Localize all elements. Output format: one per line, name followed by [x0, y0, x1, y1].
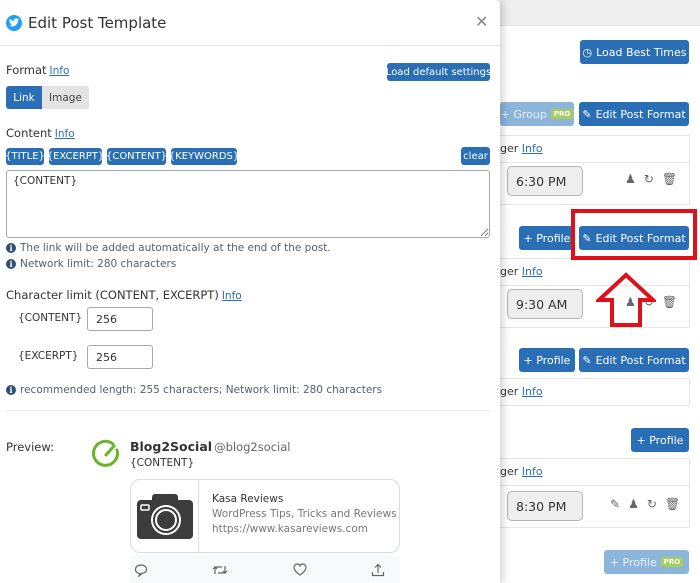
add-group-button[interactable]: + Group PRO	[500, 102, 574, 126]
tweet-actions	[130, 556, 400, 583]
trash-icon[interactable]: 🗑	[662, 295, 677, 309]
pro-badge: PRO	[550, 109, 574, 119]
share-icon[interactable]	[371, 563, 385, 577]
preview-text: {CONTENT}	[130, 457, 195, 469]
user-icon[interactable]: ♟	[628, 497, 639, 511]
character-limit-info-link[interactable]: Info	[222, 290, 242, 302]
twitter-icon	[6, 14, 22, 31]
tag-excerpt-button[interactable]: {EXCERPT}	[47, 148, 104, 165]
ger-label: ger Info	[500, 465, 543, 478]
modal-title: Edit Post Template	[28, 13, 167, 32]
add-profile-button[interactable]: + Profile	[631, 428, 689, 452]
link-note: i The link will be added automatically a…	[6, 242, 331, 254]
format-option-image[interactable]: Image	[42, 86, 89, 109]
info-circle-icon: i	[6, 385, 16, 395]
card-url: https://www.kasareviews.com	[212, 523, 368, 535]
load-best-times-button[interactable]: ◷ Load Best Times	[580, 40, 689, 64]
refresh-icon[interactable]: ↻	[647, 497, 657, 511]
excerpt-limit-label: {EXCERPT}	[18, 350, 79, 362]
add-profile-button[interactable]: + Profile	[519, 226, 575, 250]
preview-label: Preview:	[6, 440, 55, 454]
schedule-row: ger Info 8:30 PM ✎ ♟ ↻ 🗑	[500, 458, 690, 528]
load-default-settings-button[interactable]: Load default settings	[386, 63, 491, 81]
retweet-icon[interactable]	[212, 563, 228, 577]
clear-button[interactable]: clear	[461, 147, 490, 165]
reply-icon[interactable]	[134, 563, 148, 577]
trash-icon[interactable]: 🗑	[662, 172, 677, 186]
content-limit-label: {CONTENT}	[18, 312, 83, 324]
clock-icon: ◷	[582, 45, 593, 59]
schedule-row: ger Info 6:30 PM ♟ ↻ 🗑	[500, 135, 690, 205]
time-input[interactable]: 9:30 AM	[507, 289, 583, 319]
ger-label: ger Info	[500, 142, 543, 155]
divider	[6, 410, 490, 411]
edit-post-template-modal: Edit Post Template ✕ Format Info Load def…	[0, 0, 500, 583]
content-limit-input[interactable]	[87, 307, 153, 331]
info-link[interactable]: Info	[522, 385, 543, 398]
format-info-link[interactable]: Info	[50, 65, 70, 77]
card-title: Kasa Reviews	[212, 493, 284, 505]
time-input[interactable]: 6:30 PM	[507, 166, 583, 196]
pencil-icon: ✎	[582, 107, 592, 121]
trash-icon[interactable]: 🗑	[665, 497, 680, 511]
time-input[interactable]: 8:30 PM	[507, 491, 583, 521]
info-link[interactable]: Info	[522, 142, 543, 155]
highlight-box	[571, 209, 697, 260]
info-link[interactable]: Info	[522, 265, 543, 278]
tag-keywords-button[interactable]: {KEYWORDS}	[169, 148, 239, 165]
blog2social-avatar	[92, 439, 119, 467]
content-textarea[interactable]	[6, 170, 490, 238]
info-circle-icon: i	[6, 259, 16, 269]
format-label: Format Info	[6, 63, 70, 77]
recommended-length-note: i recommended length: 255 characters; Ne…	[6, 384, 382, 396]
ger-label: ger Info	[500, 265, 543, 278]
pencil-icon: ✎	[582, 353, 592, 367]
format-option-link[interactable]: Link	[6, 86, 42, 109]
up-arrow-annotation	[596, 272, 656, 327]
excerpt-limit-input[interactable]	[87, 345, 153, 369]
modal-header: Edit Post Template	[0, 0, 500, 46]
like-icon[interactable]	[293, 563, 307, 576]
schedule-row: ger Info 9:30 AM ♟ ↻ 🗑	[500, 258, 690, 328]
preview-author: Blog2Social @blog2social	[130, 439, 291, 454]
tag-content-button[interactable]: {CONTENT}	[106, 148, 167, 165]
character-limit-label: Character limit (CONTENT, EXCERPT) Info	[6, 288, 242, 302]
edit-post-format-button[interactable]: ✎ Edit Post Format	[579, 102, 689, 126]
network-limit-note: i Network limit: 280 characters	[6, 258, 176, 270]
edit-post-format-button[interactable]: ✎ Edit Post Format	[579, 348, 689, 372]
content-label: Content Info	[6, 126, 75, 140]
pro-badge: PRO	[660, 557, 684, 567]
top-strip	[500, 0, 700, 26]
content-info-link[interactable]: Info	[55, 128, 75, 140]
info-link[interactable]: Info	[522, 465, 543, 478]
ger-label: ger Info	[500, 385, 543, 398]
link-card[interactable]: Kasa Reviews WordPress Tips, Tricks and …	[130, 479, 400, 553]
refresh-icon[interactable]: ↻	[644, 172, 654, 186]
card-description: WordPress Tips, Tricks and Reviews	[212, 508, 397, 520]
tag-title-button[interactable]: {TITLE}	[5, 148, 45, 165]
user-icon[interactable]: ♟	[625, 172, 636, 186]
pencil-icon[interactable]: ✎	[610, 497, 620, 511]
close-icon[interactable]: ✕	[475, 12, 488, 31]
format-toggle: Link Image	[6, 86, 89, 109]
schedule-row: ger Info	[500, 378, 690, 406]
add-profile-pro-button[interactable]: + Profile PRO	[604, 550, 689, 574]
camera-icon	[131, 480, 199, 552]
add-profile-button[interactable]: + Profile	[519, 348, 575, 372]
info-circle-icon: i	[6, 243, 16, 253]
